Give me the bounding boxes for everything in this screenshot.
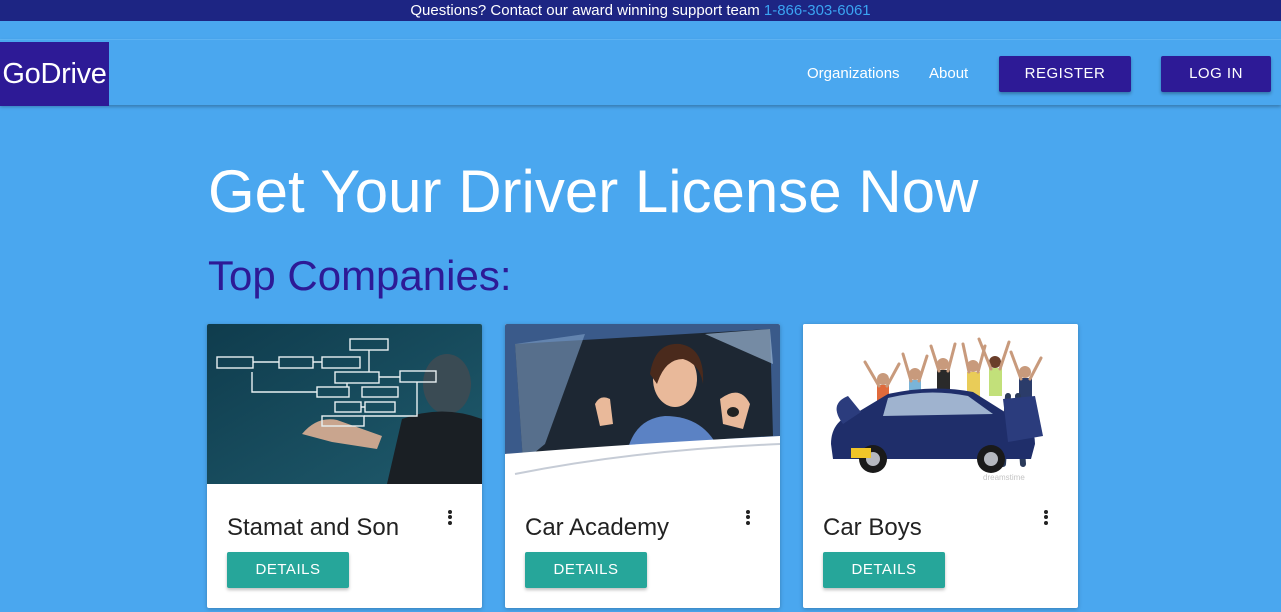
more-vert-icon[interactable] bbox=[445, 508, 455, 528]
support-banner: Questions? Contact our award winning sup… bbox=[0, 0, 1281, 21]
details-button[interactable]: DETAILS bbox=[227, 552, 349, 588]
support-text: Questions? Contact our award winning sup… bbox=[410, 2, 760, 19]
nav-link-about[interactable]: About bbox=[929, 65, 968, 83]
hero-title: Get Your Driver License Now bbox=[208, 158, 979, 225]
company-card: dreamstime Car Boys DETAILS bbox=[803, 324, 1078, 608]
card-title: Car Boys bbox=[823, 514, 922, 541]
register-button[interactable]: REGISTER bbox=[999, 56, 1131, 92]
svg-text:dreamstime: dreamstime bbox=[983, 473, 1025, 482]
logo[interactable]: GoDrive bbox=[0, 42, 109, 106]
more-vert-icon[interactable] bbox=[743, 508, 753, 528]
more-vert-icon[interactable] bbox=[1041, 508, 1051, 528]
login-button[interactable]: LOG IN bbox=[1161, 56, 1271, 92]
details-button[interactable]: DETAILS bbox=[525, 552, 647, 588]
card-title: Car Academy bbox=[525, 514, 670, 541]
woman-driver-thumbs-up-image bbox=[505, 324, 780, 484]
company-card: Car Academy DETAILS bbox=[505, 324, 780, 608]
company-card: Stamat and Son DETAILS bbox=[207, 324, 482, 608]
people-cheering-on-car-image: dreamstime bbox=[803, 324, 1078, 484]
details-button[interactable]: DETAILS bbox=[823, 552, 945, 588]
support-phone-link[interactable]: 1-866-303-6061 bbox=[764, 2, 871, 19]
navbar: GoDrive Organizations About REGISTER LOG… bbox=[0, 39, 1281, 106]
business-flowchart-image bbox=[207, 324, 482, 484]
section-title: Top Companies: bbox=[208, 252, 512, 299]
card-title: Stamat and Son bbox=[227, 514, 400, 541]
nav-link-organizations[interactable]: Organizations bbox=[807, 65, 900, 83]
